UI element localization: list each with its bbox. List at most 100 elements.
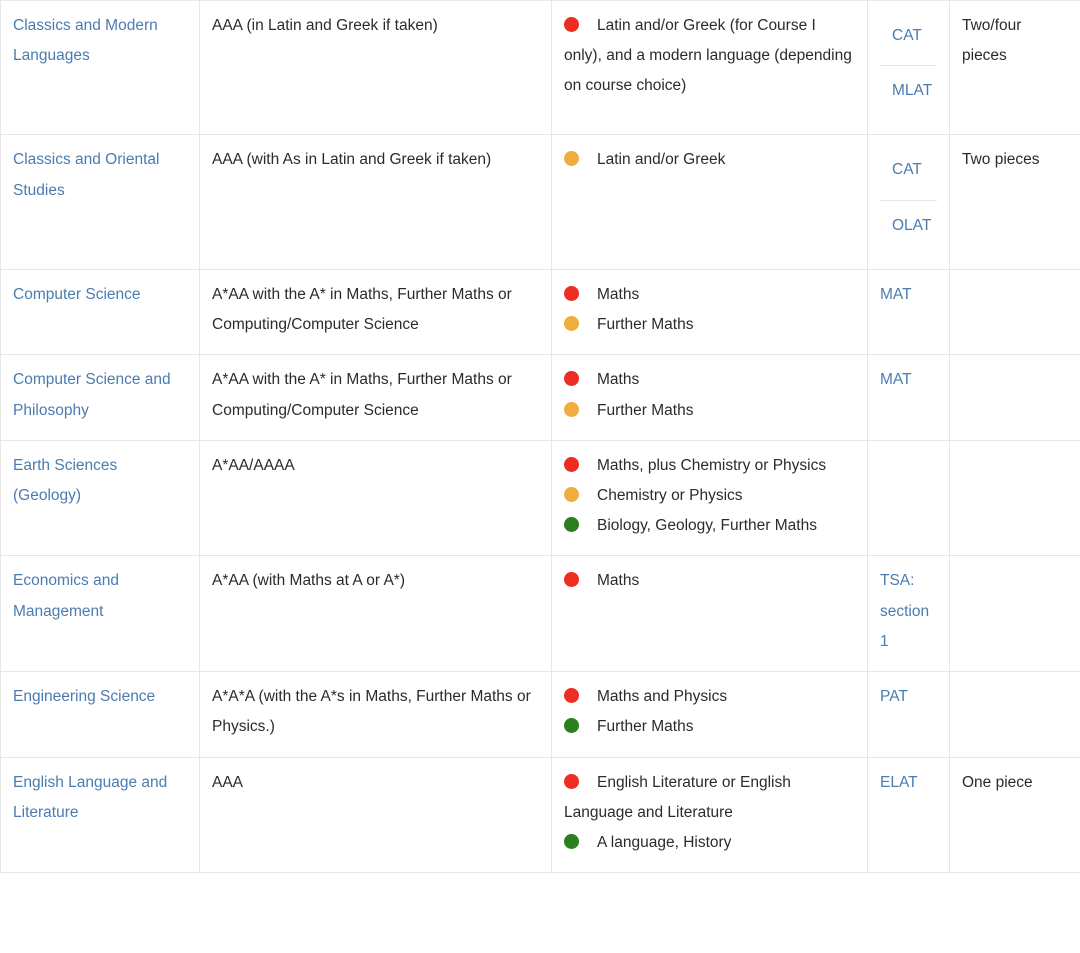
subject-item: Maths, plus Chemistry or Physics bbox=[564, 451, 855, 481]
course-link[interactable]: Classics and Modern Languages bbox=[13, 17, 158, 64]
admissions-test-link[interactable]: CAT bbox=[892, 21, 922, 51]
subject-item: Further Maths bbox=[564, 712, 855, 742]
admissions-test-subcell: OLAT bbox=[880, 199, 937, 255]
course-name-cell: Classics and Oriental Studies bbox=[0, 134, 200, 270]
written-work-cell bbox=[949, 671, 1080, 758]
table-row: Computer Science and Philosophy A*AA with… bbox=[0, 354, 1080, 441]
amber-dot-icon bbox=[564, 401, 579, 417]
table-row: English Language and Literature AAA Englis… bbox=[0, 756, 1080, 874]
written-work-cell: One piece bbox=[949, 756, 1080, 874]
table-row: Engineering Science A*A*A (with the A*s i… bbox=[0, 671, 1080, 758]
subject-text: A language, History bbox=[597, 833, 732, 851]
admissions-test-link[interactable]: MAT bbox=[880, 280, 912, 310]
offer-text: A*AA with the A* in Maths, Further Maths… bbox=[212, 285, 512, 334]
course-name-cell: Earth Sciences (Geology) bbox=[0, 439, 200, 557]
amber-dot-icon bbox=[564, 486, 579, 502]
offer-cell: A*AA with the A* in Maths, Further Maths… bbox=[199, 268, 552, 356]
course-link[interactable]: Computer Science and Philosophy bbox=[13, 371, 171, 418]
course-name-cell: Engineering Science bbox=[0, 671, 200, 758]
admissions-test-link[interactable]: PAT bbox=[880, 682, 908, 712]
subject-item: Maths bbox=[564, 566, 855, 596]
table-row: Economics and Management A*AA (with Maths… bbox=[0, 555, 1080, 673]
admissions-test-link[interactable]: ELAT bbox=[880, 768, 918, 798]
admissions-test-cell: MAT bbox=[867, 268, 950, 356]
offer-cell: A*A*A (with the A*s in Maths, Further Ma… bbox=[199, 671, 552, 758]
subject-item: Latin and/or Greek bbox=[564, 145, 855, 175]
subject-item: Maths bbox=[564, 280, 855, 310]
offer-cell: AAA bbox=[199, 756, 552, 874]
admissions-test-subcell: CAT bbox=[880, 11, 937, 65]
subject-text: Latin and/or Greek bbox=[597, 151, 726, 169]
admissions-test-link[interactable]: TSA: section 1 bbox=[880, 566, 937, 657]
admissions-test-link[interactable]: OLAT bbox=[892, 211, 931, 241]
subject-list: Maths Further Maths bbox=[564, 280, 855, 340]
offer-cell: A*AA/AAAA bbox=[199, 439, 552, 557]
subject-text: Maths, plus Chemistry or Physics bbox=[597, 456, 827, 474]
admissions-test-cell: MAT bbox=[867, 354, 950, 441]
subject-text: Latin and/or Greek (for Course I only), … bbox=[564, 17, 852, 95]
subject-list: Latin and/or Greek (for Course I only), … bbox=[564, 11, 855, 102]
admissions-test-link[interactable]: MLAT bbox=[892, 76, 932, 106]
red-dot-icon bbox=[564, 456, 579, 472]
subjects-cell: Maths Further Maths bbox=[551, 268, 868, 356]
subjects-cell: Latin and/or Greek (for Course I only), … bbox=[551, 0, 868, 136]
offer-cell: AAA (in Latin and Greek if taken) bbox=[199, 0, 552, 136]
subject-list: Latin and/or Greek bbox=[564, 145, 855, 175]
offer-cell: A*AA with the A* in Maths, Further Maths… bbox=[199, 354, 552, 441]
course-link[interactable]: Economics and Management bbox=[13, 572, 119, 619]
subject-text: English Literature or English Language a… bbox=[564, 773, 791, 821]
subjects-cell: Maths, plus Chemistry or Physics Chemistr… bbox=[551, 439, 868, 557]
offer-text: AAA (in Latin and Greek if taken) bbox=[212, 17, 438, 34]
written-work-cell bbox=[949, 439, 1080, 557]
admissions-test-link[interactable]: CAT bbox=[892, 155, 922, 185]
subject-item: Further Maths bbox=[564, 310, 855, 340]
subject-text: Further Maths bbox=[597, 316, 694, 334]
course-name-cell: Economics and Management bbox=[0, 555, 200, 673]
subjects-cell: Maths bbox=[551, 555, 868, 673]
green-dot-icon bbox=[564, 517, 579, 533]
course-requirements-table: Classics and Modern Languages AAA (in Lat… bbox=[0, 0, 1080, 874]
admissions-test-cell bbox=[867, 439, 950, 557]
course-link[interactable]: Earth Sciences (Geology) bbox=[13, 457, 117, 504]
subject-text: Maths bbox=[597, 371, 640, 389]
written-work-cell: Two pieces bbox=[949, 134, 1080, 270]
admissions-test-subcell: MLAT bbox=[880, 65, 937, 120]
subjects-cell: Maths and Physics Further Maths bbox=[551, 671, 868, 758]
subject-text: Maths bbox=[597, 285, 640, 303]
subject-item: Maths bbox=[564, 365, 855, 395]
admissions-test-cell: CAT OLAT bbox=[867, 134, 950, 270]
subject-text: Biology, Geology, Further Maths bbox=[597, 517, 817, 535]
amber-dot-icon bbox=[564, 151, 579, 167]
subjects-cell: Latin and/or Greek bbox=[551, 134, 868, 270]
subject-text: Further Maths bbox=[597, 718, 694, 736]
admissions-test-link[interactable]: MAT bbox=[880, 365, 912, 395]
written-work-text: Two/four pieces bbox=[962, 17, 1022, 65]
course-link[interactable]: Classics and Oriental Studies bbox=[13, 151, 159, 198]
red-dot-icon bbox=[564, 572, 579, 588]
course-name-cell: Computer Science bbox=[0, 268, 200, 356]
offer-text: AAA bbox=[212, 773, 244, 791]
subject-list: English Literature or English Language a… bbox=[564, 768, 855, 859]
table-row: Earth Sciences (Geology) A*AA/AAAA Maths, … bbox=[0, 439, 1080, 557]
written-work-cell: Two/four pieces bbox=[949, 0, 1080, 136]
subjects-cell: English Literature or English Language a… bbox=[551, 756, 868, 874]
admissions-test-cell: ELAT bbox=[867, 756, 950, 874]
table-row: Classics and Modern Languages AAA (in Lat… bbox=[0, 0, 1080, 136]
course-link[interactable]: Computer Science bbox=[13, 286, 141, 303]
table-body: Classics and Modern Languages AAA (in Lat… bbox=[0, 0, 1080, 874]
subject-item: Further Maths bbox=[564, 396, 855, 426]
offer-text: A*A*A (with the A*s in Maths, Further Ma… bbox=[212, 688, 531, 736]
written-work-text: One piece bbox=[962, 773, 1033, 791]
table-row: Classics and Oriental Studies AAA (with A… bbox=[0, 134, 1080, 270]
subject-item: A language, History bbox=[564, 828, 855, 858]
course-link[interactable]: English Language and Literature bbox=[13, 774, 167, 821]
offer-text: A*AA with the A* in Maths, Further Maths… bbox=[212, 371, 512, 419]
subject-item: English Literature or English Language a… bbox=[564, 768, 855, 828]
admissions-test-subcell: CAT bbox=[880, 145, 937, 199]
subject-item: Chemistry or Physics bbox=[564, 481, 855, 511]
offer-text: A*AA (with Maths at A or A*) bbox=[212, 572, 405, 590]
written-work-cell bbox=[949, 268, 1080, 356]
subject-item: Biology, Geology, Further Maths bbox=[564, 511, 855, 541]
course-link[interactable]: Engineering Science bbox=[13, 688, 155, 705]
written-work-text: Two pieces bbox=[962, 151, 1040, 169]
